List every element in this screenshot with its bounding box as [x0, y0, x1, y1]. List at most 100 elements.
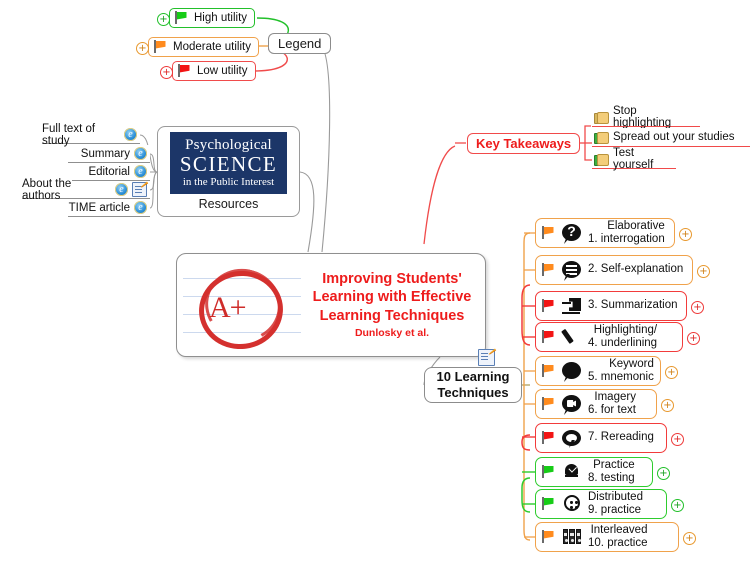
resource-link-label: TIME article: [68, 201, 130, 214]
technique-line-2: practice: [600, 504, 642, 516]
resource-link-label: Full text of study: [42, 122, 96, 147]
legend-item-low-utility[interactable]: Low utility: [172, 61, 256, 81]
timer-icon: [561, 493, 583, 515]
technique-label: Imagery 6. for text: [588, 391, 636, 417]
technique-label: Interleaved 10. practice: [588, 524, 647, 550]
a-plus-grade-icon: A+: [183, 261, 301, 349]
technique-label: Distributed 9. practice: [588, 491, 643, 517]
technique-line-2: for text: [600, 404, 636, 416]
ie-link-icon[interactable]: e: [134, 165, 147, 178]
technique-self-explanation[interactable]: 2. Self-explanation: [535, 255, 693, 285]
technique-label: 3. Summarization: [588, 299, 678, 312]
orange-flag-icon: [541, 397, 556, 411]
legend-title-node[interactable]: Legend: [268, 33, 332, 54]
expand-technique-2-icon[interactable]: +: [697, 265, 710, 278]
central-subtitle: Dunlosky et al.: [354, 326, 430, 339]
technique-distributed-practice[interactable]: Distributed 9. practice: [535, 489, 667, 519]
note-icon[interactable]: [478, 349, 495, 366]
expand-technique-3-icon[interactable]: +: [691, 301, 704, 314]
expand-moderate-utility-icon[interactable]: +: [136, 42, 149, 55]
technique-line-1: Keyword: [609, 357, 654, 370]
technique-highlighting-underlining[interactable]: Highlighting/ 4. underlining: [535, 322, 683, 352]
technique-line-2: practice: [607, 537, 648, 549]
expand-technique-9-icon[interactable]: +: [671, 499, 684, 512]
technique-practice-testing[interactable]: Practice 8. testing: [535, 457, 653, 487]
bell-check-icon: [561, 461, 583, 483]
technique-rereading[interactable]: 7. Rereading: [535, 423, 667, 453]
legend-item-moderate-utility[interactable]: Moderate utility: [148, 37, 259, 57]
expand-technique-10-icon[interactable]: +: [683, 532, 696, 545]
expand-technique-8-icon[interactable]: +: [657, 467, 670, 480]
key-takeaway-test-yourself[interactable]: Test yourself: [592, 147, 676, 171]
green-flag-icon: [541, 465, 556, 479]
technique-label: Keyword 5. mnemonic: [588, 358, 654, 384]
expand-technique-7-icon[interactable]: +: [671, 433, 684, 446]
red-flag-icon: [541, 431, 556, 445]
technique-elaborative-interrogation[interactable]: Elaborative 1. interrogation: [535, 218, 675, 248]
resource-link-label: About the authors: [22, 177, 72, 202]
technique-number: 1.: [588, 233, 598, 245]
red-flag-icon: [541, 299, 556, 313]
a-plus-text: A+: [209, 291, 247, 324]
logo-line-2: SCIENCE: [179, 152, 278, 176]
resource-link-about-authors[interactable]: About the authors e: [22, 177, 150, 202]
central-title-line-3: Learning Techniques: [319, 307, 465, 324]
expand-low-utility-icon[interactable]: +: [160, 66, 173, 79]
technique-line-1: Interleaved: [590, 523, 648, 536]
techniques-title-line-1: 10 Learning: [436, 369, 510, 385]
expand-technique-4-icon[interactable]: +: [687, 332, 700, 345]
pencil-icon: [561, 326, 583, 348]
technique-line-1: Elaborative: [607, 219, 665, 232]
binders-icon: [561, 526, 583, 548]
legend-item-high-utility[interactable]: High utility: [169, 8, 256, 28]
logo-line-3: in the Public Interest: [182, 176, 275, 188]
technique-line-1: Practice: [593, 458, 635, 471]
technique-line-1: Summarization: [600, 299, 678, 312]
technique-line-2: testing: [600, 472, 635, 484]
central-title-line-1: Improving Students': [322, 271, 462, 288]
keyword-bubble-icon: [561, 360, 583, 382]
note-icon[interactable]: [132, 182, 147, 197]
thumbs-down-icon: [594, 110, 609, 124]
technique-label: 7. Rereading: [588, 431, 654, 444]
resource-link-time-article[interactable]: TIME article e: [68, 199, 150, 217]
resource-link-summary[interactable]: Summary e: [68, 145, 150, 163]
technique-number: 7.: [588, 431, 598, 444]
ie-link-icon[interactable]: e: [124, 128, 137, 141]
green-flag-icon: [541, 497, 556, 511]
expand-technique-6-icon[interactable]: +: [661, 399, 674, 412]
central-title-line-2: Learning with Effective: [312, 289, 472, 306]
expand-technique-5-icon[interactable]: +: [665, 366, 678, 379]
resource-link-full-text[interactable]: Full text of study e: [42, 122, 140, 147]
technique-keyword-mnemonic[interactable]: Keyword 5. mnemonic: [535, 356, 661, 386]
ie-link-icon[interactable]: e: [115, 183, 128, 196]
ie-link-icon[interactable]: e: [134, 147, 147, 160]
technique-line-1: Self-explanation: [600, 263, 684, 276]
question-bubble-icon: [561, 222, 583, 244]
orange-flag-icon: [541, 364, 556, 378]
technique-number: 6.: [588, 404, 598, 416]
orange-flag-icon: [541, 530, 556, 544]
ten-learning-techniques-node[interactable]: 10 Learning Techniques: [424, 367, 522, 403]
technique-summarization[interactable]: 3. Summarization: [535, 291, 687, 321]
resource-link-label: Summary: [80, 147, 130, 160]
key-takeaway-stop-highlighting[interactable]: Stop highlighting: [592, 105, 700, 129]
expand-technique-1-icon[interactable]: +: [679, 228, 692, 241]
technique-line-1: Distributed: [588, 490, 643, 503]
technique-number: 2.: [588, 263, 598, 276]
technique-line-1: Imagery: [594, 390, 636, 403]
technique-number: 5.: [588, 371, 598, 383]
expand-high-utility-icon[interactable]: +: [157, 13, 170, 26]
technique-imagery-for-text[interactable]: Imagery 6. for text: [535, 389, 657, 419]
key-takeaway-label: Test yourself: [613, 147, 654, 171]
key-takeaways-node[interactable]: Key Takeaways: [467, 133, 581, 154]
technique-interleaved-practice[interactable]: Interleaved 10. practice: [535, 522, 679, 552]
resources-node[interactable]: Psychological SCIENCE in the Public Inte…: [157, 126, 300, 217]
legend-item-label: Low utility: [197, 65, 248, 77]
key-takeaway-label: Spread out your studies: [613, 131, 735, 143]
key-takeaway-spread-out-studies[interactable]: Spread out your studies: [592, 128, 750, 147]
central-topic-node[interactable]: A+ Improving Students' Learning with Eff…: [176, 253, 486, 357]
logo-line-1: Psychological: [185, 137, 272, 153]
ie-link-icon[interactable]: e: [134, 201, 147, 214]
technique-label: Elaborative 1. interrogation: [588, 220, 665, 246]
